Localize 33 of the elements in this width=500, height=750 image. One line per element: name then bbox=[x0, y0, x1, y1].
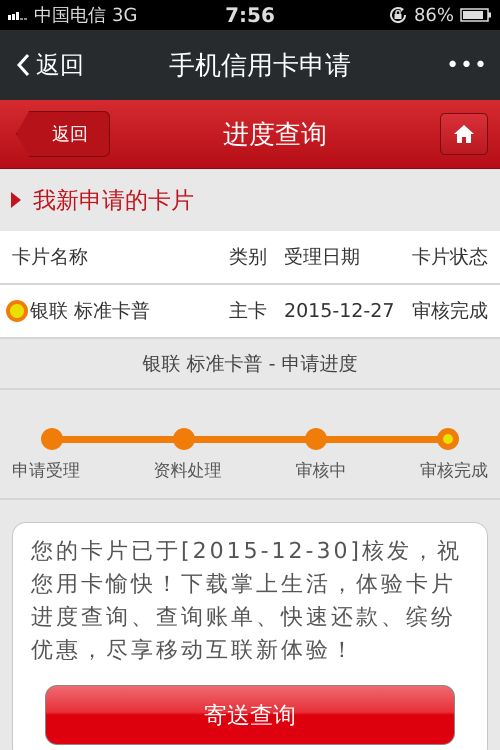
page-title: 手机信用卡申请 bbox=[169, 50, 352, 82]
column-header: 卡片名称 bbox=[11, 245, 89, 270]
battery-percent: 86% bbox=[414, 4, 454, 26]
triangle-icon bbox=[11, 192, 21, 208]
carrier-name: 中国电信 bbox=[34, 4, 106, 27]
network-type: 3G bbox=[112, 4, 138, 26]
send-query-button[interactable]: 寄送查询 bbox=[45, 685, 455, 745]
step-label: 申请受理 bbox=[12, 460, 80, 482]
home-button[interactable] bbox=[440, 113, 488, 155]
progress-title: 银联 标准卡普 - 申请进度 bbox=[142, 352, 358, 376]
back-button[interactable]: 返回 bbox=[16, 49, 84, 81]
table-cell-text: 银联 标准卡普 bbox=[30, 299, 150, 324]
step-label: 资料处理 bbox=[154, 460, 222, 482]
table-cell-text: 2015-12-27 bbox=[284, 300, 396, 322]
column-header: 类别 bbox=[229, 245, 268, 270]
signal-icon bbox=[8, 10, 28, 20]
home-icon bbox=[453, 124, 475, 144]
table-cell-text: 审核完成 bbox=[411, 299, 488, 324]
back-button[interactable]: 返回 bbox=[16, 111, 110, 157]
table-cell-text: 主卡 bbox=[229, 299, 268, 324]
column-header: 受理日期 bbox=[284, 245, 361, 270]
battery-icon bbox=[460, 8, 492, 22]
chevron-left-icon bbox=[16, 53, 30, 77]
step-label: 审核完成 bbox=[420, 460, 488, 482]
step-label: 审核中 bbox=[295, 460, 346, 482]
radio-button[interactable] bbox=[6, 300, 28, 322]
message-text: 您的卡片已于[2015-12-30]核发，祝您用卡愉快！下载掌上生活，体验卡片进度查询、查询账单、快速还款、缤纷优惠，尽享移动互联新体验！ bbox=[31, 538, 464, 665]
header-title: 进度查询 bbox=[223, 118, 327, 152]
clock: 7:56 bbox=[225, 3, 275, 27]
section-title: 我新申请的卡片 bbox=[33, 186, 194, 216]
column-header: 卡片状态 bbox=[411, 245, 488, 270]
more-button[interactable]: ••• bbox=[446, 52, 488, 78]
rotation-lock-icon bbox=[388, 5, 408, 25]
